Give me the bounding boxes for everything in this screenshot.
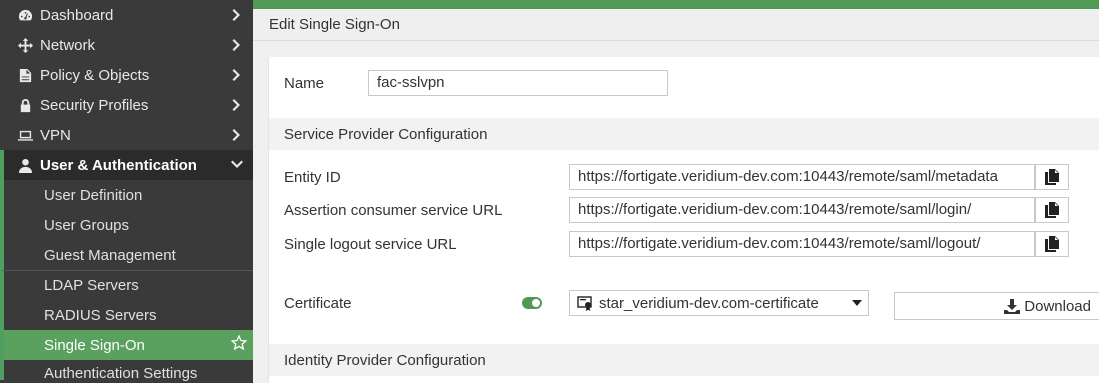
acs-url-field[interactable]: https://fortigate.veridium-dev.com:10443…: [569, 197, 1035, 223]
chevron-right-icon: [231, 68, 243, 82]
sidebar-subitem-label: LDAP Servers: [44, 277, 139, 294]
policy-icon: [17, 67, 33, 83]
caret-down-icon: [852, 300, 862, 306]
certificate-select-value: star_veridium-dev.com-certificate: [599, 294, 819, 312]
sidebar-item-policy-objects[interactable]: Policy & Objects: [0, 60, 253, 90]
sidebar-item-label: VPN: [40, 126, 71, 144]
page-title: Edit Single Sign-On: [253, 9, 1099, 41]
sidebar-item-vpn[interactable]: VPN: [0, 120, 253, 150]
sidebar-item-label: Policy & Objects: [40, 66, 150, 84]
chevron-right-icon: [231, 38, 243, 52]
user-icon: [17, 157, 33, 173]
certificate-select[interactable]: star_veridium-dev.com-certificate: [569, 290, 869, 316]
download-label: Download: [1024, 297, 1091, 315]
sidebar-subitem-single-sign-on[interactable]: Single Sign-On: [0, 330, 253, 360]
copy-entity-id-button[interactable]: [1035, 164, 1069, 190]
sidebar: Dashboard Network Policy & Objects Secur…: [0, 0, 253, 383]
sidebar-item-label: Security Profiles: [40, 96, 149, 114]
certificate-icon: [577, 296, 592, 311]
sidebar-subitem-label: Authentication Settings: [44, 365, 198, 382]
sidebar-subitem-guest-management[interactable]: Guest Management: [0, 240, 253, 270]
vpn-icon: [17, 127, 33, 143]
sidebar-subitem-label: RADIUS Servers: [44, 306, 157, 324]
copy-icon: [1045, 202, 1059, 218]
download-icon: [1004, 298, 1021, 314]
sidebar-item-dashboard[interactable]: Dashboard: [0, 0, 253, 30]
chevron-right-icon: [231, 98, 243, 112]
slo-url-label: Single logout service URL: [284, 236, 457, 253]
name-input[interactable]: fac-sslvpn: [368, 70, 668, 96]
sidebar-item-network[interactable]: Network: [0, 30, 253, 60]
sidebar-subitem-user-definition[interactable]: User Definition: [0, 180, 253, 210]
sidebar-subitem-label: Single Sign-On: [44, 336, 145, 354]
dashboard-icon: [17, 7, 33, 23]
star-icon[interactable]: [230, 334, 248, 355]
sidebar-subitem-ldap-servers[interactable]: LDAP Servers: [0, 270, 253, 300]
chevron-right-icon: [231, 128, 243, 142]
sidebar-item-security-profiles[interactable]: Security Profiles: [0, 90, 253, 120]
download-button[interactable]: Download: [894, 292, 1099, 320]
entity-id-label: Entity ID: [284, 169, 341, 186]
certificate-toggle[interactable]: [522, 297, 542, 309]
sidebar-item-label: Dashboard: [40, 6, 114, 24]
name-label: Name: [284, 75, 325, 92]
sidebar-subitem-label: Guest Management: [44, 246, 176, 264]
identity-provider-section-header: Identity Provider Configuration: [269, 344, 1099, 376]
acs-url-label: Assertion consumer service URL: [284, 202, 503, 219]
copy-icon: [1045, 236, 1059, 252]
sidebar-item-user-authentication[interactable]: User & Authentication: [0, 150, 253, 180]
sidebar-subitem-user-groups[interactable]: User Groups: [0, 210, 253, 240]
copy-slo-url-button[interactable]: [1035, 231, 1069, 257]
copy-icon: [1045, 169, 1059, 185]
chevron-right-icon: [231, 8, 243, 22]
service-provider-section-header: Service Provider Configuration: [269, 118, 1099, 150]
sidebar-subitem-authentication-settings[interactable]: Authentication Settings: [0, 360, 253, 382]
sidebar-item-label: Network: [40, 36, 96, 54]
slo-url-field[interactable]: https://fortigate.veridium-dev.com:10443…: [569, 231, 1035, 257]
chevron-down-icon: [231, 158, 243, 172]
sidebar-item-label: User & Authentication: [40, 156, 197, 174]
sidebar-subitem-label: User Definition: [44, 186, 143, 204]
main-panel: Edit Single Sign-On Name fac-sslvpn Serv…: [253, 0, 1099, 383]
lock-icon: [17, 97, 33, 113]
copy-acs-url-button[interactable]: [1035, 197, 1069, 223]
sidebar-subitem-label: User Groups: [44, 216, 130, 234]
sidebar-subitem-radius-servers[interactable]: RADIUS Servers: [0, 300, 253, 330]
top-accent-bar: [253, 0, 1099, 9]
certificate-label: Certificate: [284, 295, 352, 312]
network-icon: [17, 37, 33, 53]
entity-id-field[interactable]: https://fortigate.veridium-dev.com:10443…: [569, 164, 1035, 190]
form-panel: Name fac-sslvpn Service Provider Configu…: [268, 57, 1099, 383]
